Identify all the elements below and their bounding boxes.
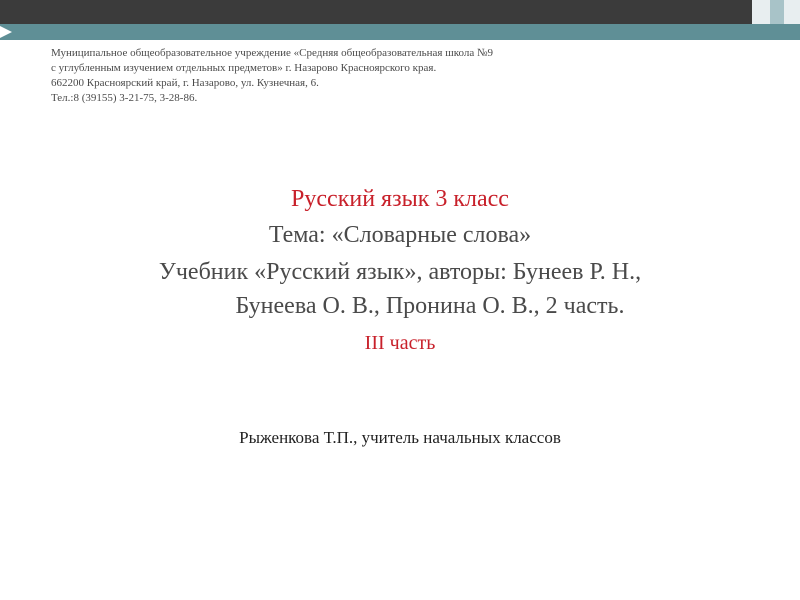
part-label: III часть — [364, 332, 436, 354]
header-line: Тел.:8 (39155) 3-21-75, 3-28-86. — [51, 92, 198, 104]
textbook-line-2: Бунеева О. В., Пронина О. В., 2 часть. — [235, 293, 625, 319]
topic-title: Тема: «Словарные слова» — [268, 222, 532, 248]
textbook-line-1: Учебник «Русский язык», авторы: Бунеев Р… — [158, 259, 642, 285]
school-header: Муниципальное общеобразовательное учрежд… — [51, 46, 751, 106]
top-bar-dark — [0, 0, 800, 24]
slide-title-block: Русский язык 3 класс Тема: «Словарные сл… — [40, 182, 760, 360]
top-bar-teal — [0, 24, 800, 40]
top-bar-stripe — [752, 0, 800, 24]
header-line: Муниципальное общеобразовательное учрежд… — [51, 47, 493, 59]
subject-title: Русский язык 3 класс — [291, 186, 509, 212]
header-line: 662200 Красноярский край, г. Назарово, у… — [51, 77, 319, 89]
header-line: с углубленным изучением отдельных предме… — [51, 62, 437, 74]
author-line: Рыженкова Т.П., учитель начальных классо… — [239, 428, 561, 447]
